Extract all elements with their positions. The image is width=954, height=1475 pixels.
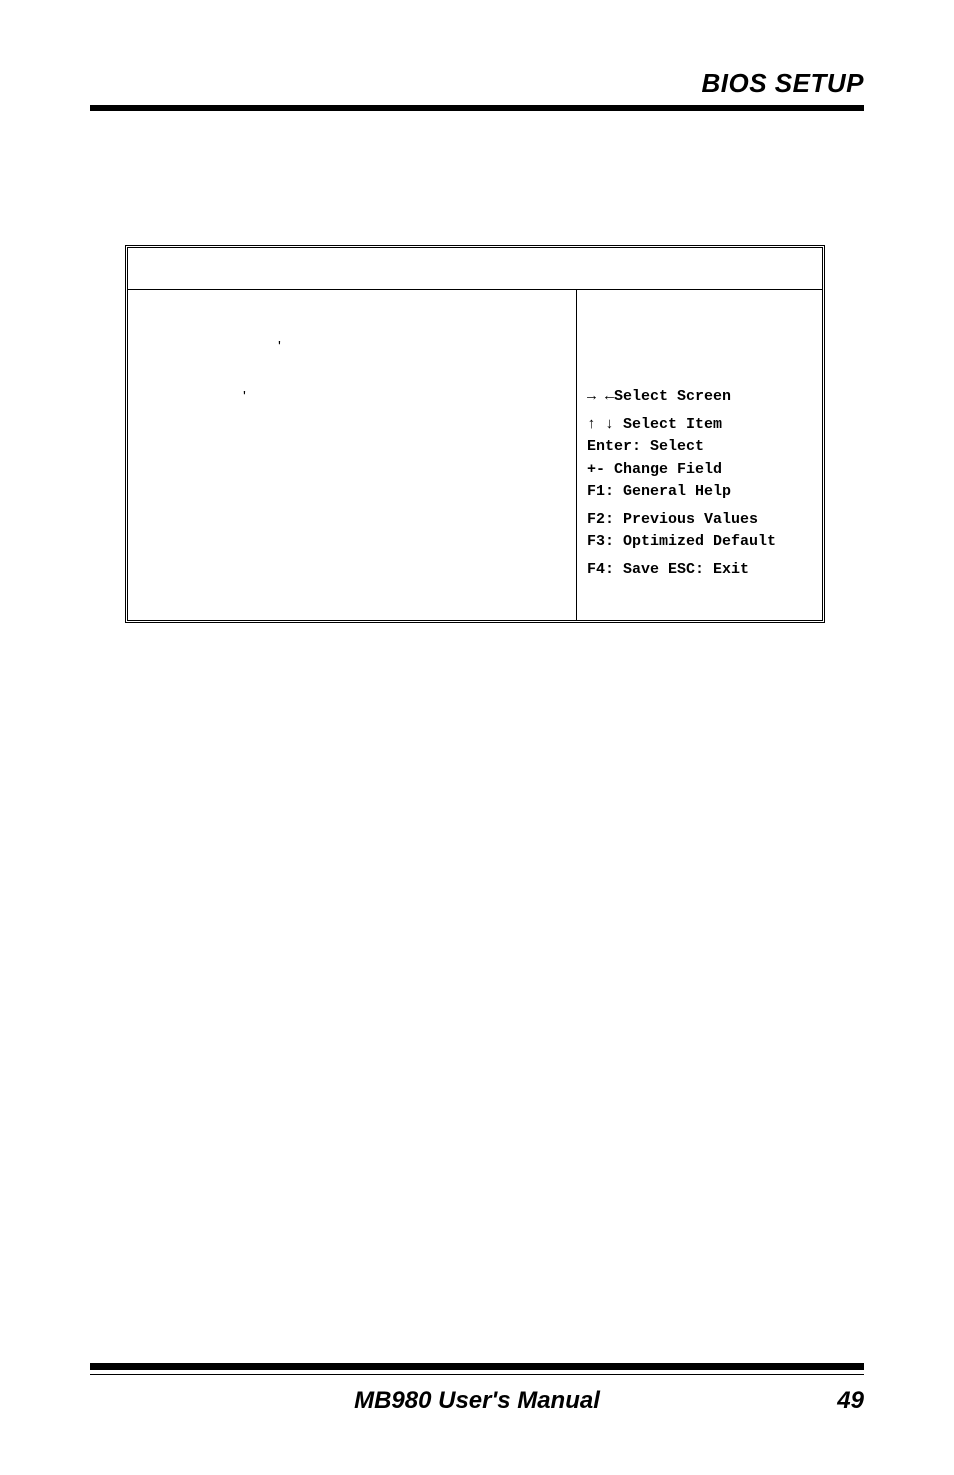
bios-help-pane: → ←Select Screen ↑ ↓ Select Item Enter: …	[577, 290, 822, 620]
help-select-item: ↑ ↓ Select Item	[587, 414, 812, 437]
footer-page-number: 49	[837, 1387, 864, 1415]
header-divider	[90, 105, 864, 111]
page-footer: MB980 User's Manual 49	[90, 1387, 864, 1415]
bios-panel: ' ' → ←Select Screen ↑ ↓ Select Item Ent…	[125, 245, 825, 623]
mark1: '	[278, 338, 281, 355]
footer-manual-title: MB980 User's Manual	[354, 1387, 600, 1415]
help-select-screen: → ←Select Screen	[587, 386, 812, 409]
bios-content-pane: ' '	[128, 290, 577, 620]
help-change-field: +- Change Field	[587, 459, 812, 482]
mark2: '	[243, 388, 246, 405]
bios-body: ' ' → ←Select Screen ↑ ↓ Select Item Ent…	[128, 290, 822, 620]
footer-divider-thin	[90, 1374, 864, 1375]
help-previous-values: F2: Previous Values	[587, 509, 812, 532]
bios-tab-row	[128, 248, 822, 290]
help-general-help: F1: General Help	[587, 481, 812, 504]
help-save-exit: F4: Save ESC: Exit	[587, 559, 812, 582]
page-header-title: BIOS SETUP	[702, 68, 864, 99]
help-optimized-default: F3: Optimized Default	[587, 531, 812, 554]
footer-divider-thick	[90, 1363, 864, 1370]
help-enter: Enter: Select	[587, 436, 812, 459]
